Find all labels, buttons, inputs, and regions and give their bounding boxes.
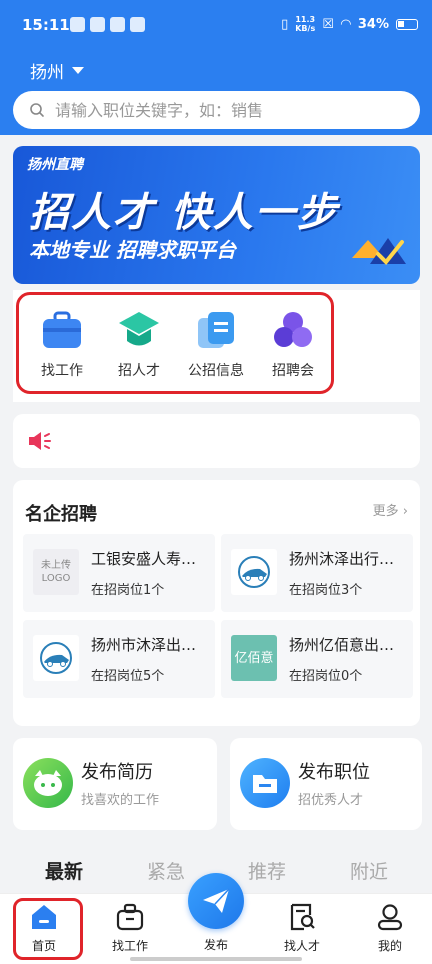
nav-label: 找人才 <box>283 939 320 953</box>
nav-publish-label: 发布 <box>203 938 228 952</box>
sim-icon: ☒ <box>322 16 334 32</box>
quick-nav-public-recruitment[interactable]: 公招信息 <box>181 308 251 380</box>
company-name: 工银安盛人寿… <box>91 550 197 568</box>
famous-companies-section: 名企招聘 更多 › 未上传 LOGO 工银安盛人寿… 在招岗位1个 扬州沐泽出行… <box>13 480 420 726</box>
publish-job-card[interactable]: 发布职位 招优秀人才 <box>230 738 422 830</box>
status-right: ▯ 11.3 KB/s ☒ ◠ 34% <box>281 15 418 33</box>
tab-recommended[interactable]: 推荐 <box>248 857 286 884</box>
company-card[interactable]: 亿佰意 扬州亿佰意出… 在招岗位0个 <box>221 620 413 698</box>
city-selector[interactable]: 扬州 <box>30 58 84 83</box>
section-title: 名企招聘 <box>25 504 97 525</box>
search-bar[interactable] <box>13 91 420 129</box>
notification-icons <box>70 17 145 32</box>
banner-decoration-icon <box>352 238 406 265</box>
nav-label: 首页 <box>31 939 56 953</box>
search-input[interactable] <box>55 100 385 120</box>
publish-resume-card[interactable]: 发布简历 找喜欢的工作 <box>13 738 217 830</box>
company-positions: 在招岗位0个 <box>289 669 363 684</box>
banner-subline: 本地专业 招聘求职平台 <box>29 238 236 262</box>
search-document-icon <box>287 902 317 932</box>
people-group-icon <box>271 308 315 352</box>
speaker-icon <box>29 432 51 450</box>
city-label: 扬州 <box>30 63 64 83</box>
status-time: 15:11 <box>22 16 70 34</box>
nav-find-job[interactable]: 找工作 <box>100 902 160 954</box>
notice-bar[interactable] <box>13 414 420 468</box>
tab-latest[interactable]: 最新 <box>45 857 83 884</box>
company-logo-car-icon <box>231 549 277 595</box>
app-notification-icon <box>130 17 145 32</box>
company-name: 扬州沐泽出行… <box>289 550 395 568</box>
company-logo-car-icon <box>33 635 79 681</box>
briefcase-icon <box>40 308 84 352</box>
nav-label: 找工作 <box>111 939 148 953</box>
app-notification-icon <box>70 17 85 32</box>
publish-job-title: 发布职位 <box>298 762 370 783</box>
quick-nav-label: 找工作 <box>41 363 83 379</box>
quick-nav-recruit[interactable]: 招人才 <box>104 308 174 380</box>
nav-publish-button[interactable] <box>188 873 244 929</box>
search-icon <box>30 103 44 117</box>
quick-nav-label: 公招信息 <box>188 363 244 379</box>
nav-home[interactable]: 首页 <box>14 902 74 954</box>
home-icon <box>29 902 59 932</box>
company-name: 扬州市沐泽出… <box>91 636 197 654</box>
user-icon <box>375 902 405 932</box>
company-logo: 亿佰意 <box>231 635 277 681</box>
company-logo-placeholder: 未上传 LOGO <box>33 549 79 595</box>
briefcase-icon <box>115 902 145 932</box>
company-name: 扬州亿佰意出… <box>289 636 395 654</box>
battery-icon <box>396 18 418 30</box>
document-icon <box>194 308 238 352</box>
publish-job-subtitle: 招优秀人才 <box>298 793 364 808</box>
company-card[interactable]: 未上传 LOGO 工银安盛人寿… 在招岗位1个 <box>23 534 215 612</box>
nav-mine[interactable]: 我的 <box>360 902 420 954</box>
resume-face-icon <box>23 758 73 808</box>
network-speed: 11.3 KB/s <box>295 15 316 33</box>
app-header: 15:11 ▯ 11.3 KB/s ☒ ◠ 34% 扬州 <box>0 0 432 135</box>
banner-brand: 扬州直聘 <box>27 157 83 173</box>
status-bar: 15:11 ▯ 11.3 KB/s ☒ ◠ 34% <box>0 0 432 52</box>
quick-nav-find-job[interactable]: 找工作 <box>27 308 97 380</box>
promo-banner[interactable]: 扬州直聘 招人才 快人一步 本地专业 招聘求职平台 <box>13 146 420 284</box>
company-card[interactable]: 扬州沐泽出行… 在招岗位3个 <box>221 534 413 612</box>
chevron-down-icon <box>72 67 84 74</box>
paper-plane-icon <box>203 888 230 913</box>
company-positions: 在招岗位3个 <box>289 583 363 598</box>
wifi-icon: ◠ <box>340 16 351 32</box>
vibrate-icon: ▯ <box>281 16 289 32</box>
quick-nav-label: 招人才 <box>118 363 160 379</box>
quick-nav-label: 招聘会 <box>272 363 314 379</box>
app-notification-icon <box>90 17 105 32</box>
chevron-right-icon: › <box>402 504 408 519</box>
nav-find-talent[interactable]: 找人才 <box>272 902 332 954</box>
quick-nav: 找工作 招人才 公招信息 招聘会 <box>13 290 420 402</box>
tab-urgent[interactable]: 紧急 <box>147 857 185 884</box>
nav-label: 我的 <box>377 939 402 953</box>
company-positions: 在招岗位5个 <box>91 669 165 684</box>
publish-resume-subtitle: 找喜欢的工作 <box>81 793 160 808</box>
publish-resume-title: 发布简历 <box>81 762 153 783</box>
folder-icon <box>240 758 290 808</box>
gesture-bar <box>130 957 302 961</box>
company-card[interactable]: 扬州市沐泽出… 在招岗位5个 <box>23 620 215 698</box>
battery-level: 34% <box>357 16 389 32</box>
company-positions: 在招岗位1个 <box>91 583 165 598</box>
app-notification-icon <box>110 17 125 32</box>
banner-headline: 招人才 快人一步 <box>29 190 339 236</box>
graduation-cap-icon <box>117 308 161 352</box>
more-link[interactable]: 更多 › <box>373 500 408 519</box>
tab-nearby[interactable]: 附近 <box>350 857 388 884</box>
quick-nav-job-fair[interactable]: 招聘会 <box>258 308 328 380</box>
